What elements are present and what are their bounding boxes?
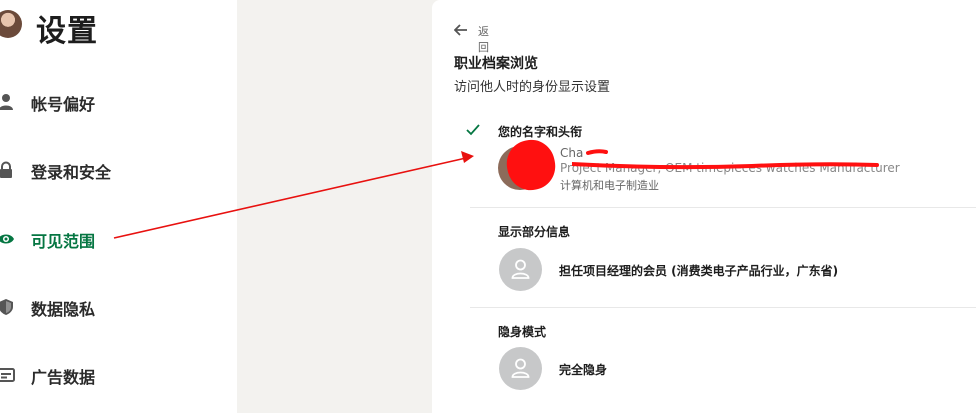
option-description: 担任项目经理的会员 (消费类电子产品行业，广东省) (559, 264, 839, 278)
sidebar-item-sign-in-security[interactable]: 登录和安全 (0, 150, 237, 190)
divider (470, 307, 976, 308)
lock-icon (0, 161, 12, 178)
option-title: 显示部分信息 (498, 225, 571, 239)
sidebar-item-label: 登录和安全 (31, 163, 112, 182)
sidebar-item-label: 帐号偏好 (31, 95, 96, 114)
checkmark-icon (466, 124, 480, 136)
sidebar-item-visibility[interactable]: 可见范围 (0, 219, 237, 259)
anonymous-avatar (499, 347, 542, 390)
sidebar-item-label: 广告数据 (31, 368, 96, 387)
content-panel: 返回 职业档案浏览 访问他人时的身份显示设置 您的名字和头衔 Cha Proje… (432, 0, 976, 413)
page-subtitle: 访问他人时的身份显示设置 (454, 80, 611, 95)
eye-icon (0, 234, 14, 244)
back-label: 返回 (478, 25, 489, 54)
user-avatar[interactable] (0, 10, 22, 38)
arrow-left-icon (454, 24, 467, 36)
person-icon (0, 94, 13, 110)
sidebar-item-label: 可见范围 (31, 232, 96, 251)
shield-icon (0, 299, 13, 315)
option-title: 隐身模式 (498, 325, 547, 339)
sidebar-item-data-privacy[interactable]: 数据隐私 (0, 287, 237, 327)
ad-card-icon (0, 368, 15, 382)
sidebar-header: 设置 (0, 0, 237, 54)
option-description: 完全隐身 (559, 363, 608, 377)
sidebar-item-account-preferences[interactable]: 帐号偏好 (0, 82, 237, 122)
divider (470, 207, 976, 208)
sidebar-item-label: 数据隐私 (31, 300, 96, 319)
settings-sidebar: 设置 帐号偏好 登录和安全 可见范围 数据隐私 广告数据 (0, 0, 237, 413)
anonymous-avatar (499, 248, 542, 291)
page-title: 职业档案浏览 (454, 56, 538, 72)
option-title: 您的名字和头衔 (498, 125, 583, 139)
settings-title: 设置 (36, 14, 98, 49)
person-outline-icon (511, 358, 530, 378)
person-outline-icon (511, 259, 530, 279)
sidebar-item-ad-data[interactable]: 广告数据 (0, 355, 237, 395)
redaction-strokes (572, 149, 879, 170)
profile-industry: 计算机和电子制造业 (560, 179, 659, 192)
